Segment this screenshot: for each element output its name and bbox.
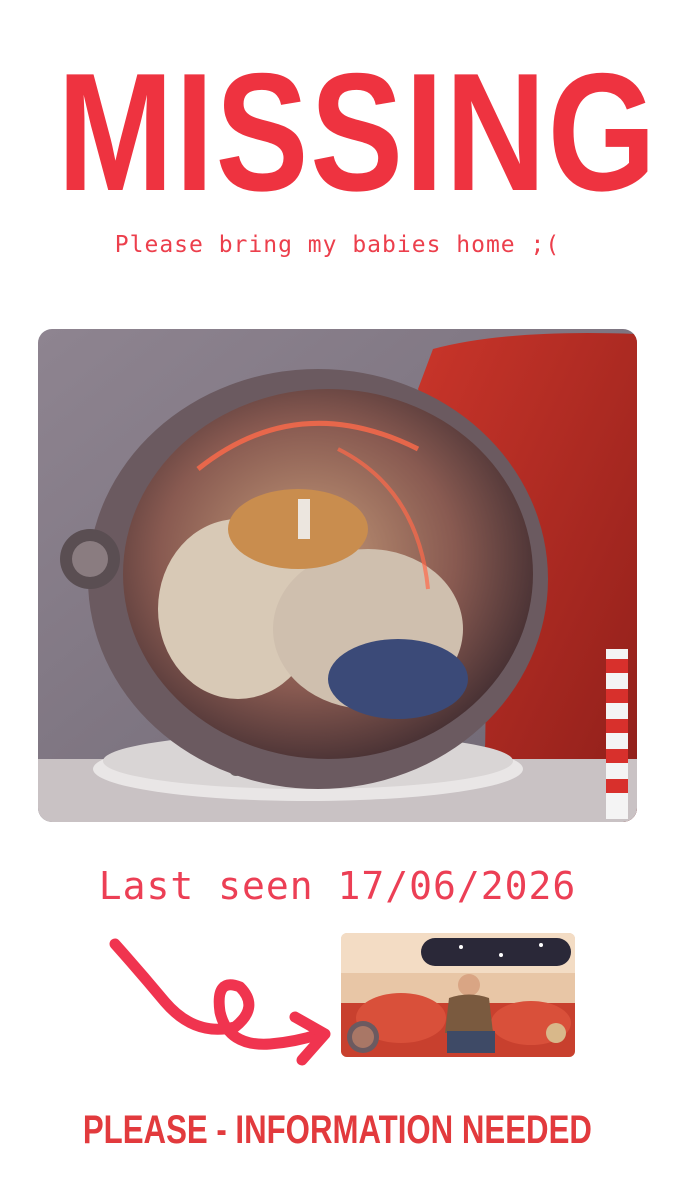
helmet-photo [38, 329, 637, 822]
sighting-photo-illustration [341, 933, 575, 1057]
sighting-photo [341, 933, 575, 1057]
missing-title: MISSING [57, 38, 658, 226]
subtitle: Please bring my babies home ;( [114, 232, 561, 258]
information-needed-footer: PLEASE - INFORMATION NEEDED [82, 1108, 592, 1152]
helmet-photo-illustration [38, 329, 637, 822]
curly-arrow-icon [100, 932, 340, 1102]
last-seen-text: Last seen 17/06/2026 [98, 864, 577, 908]
